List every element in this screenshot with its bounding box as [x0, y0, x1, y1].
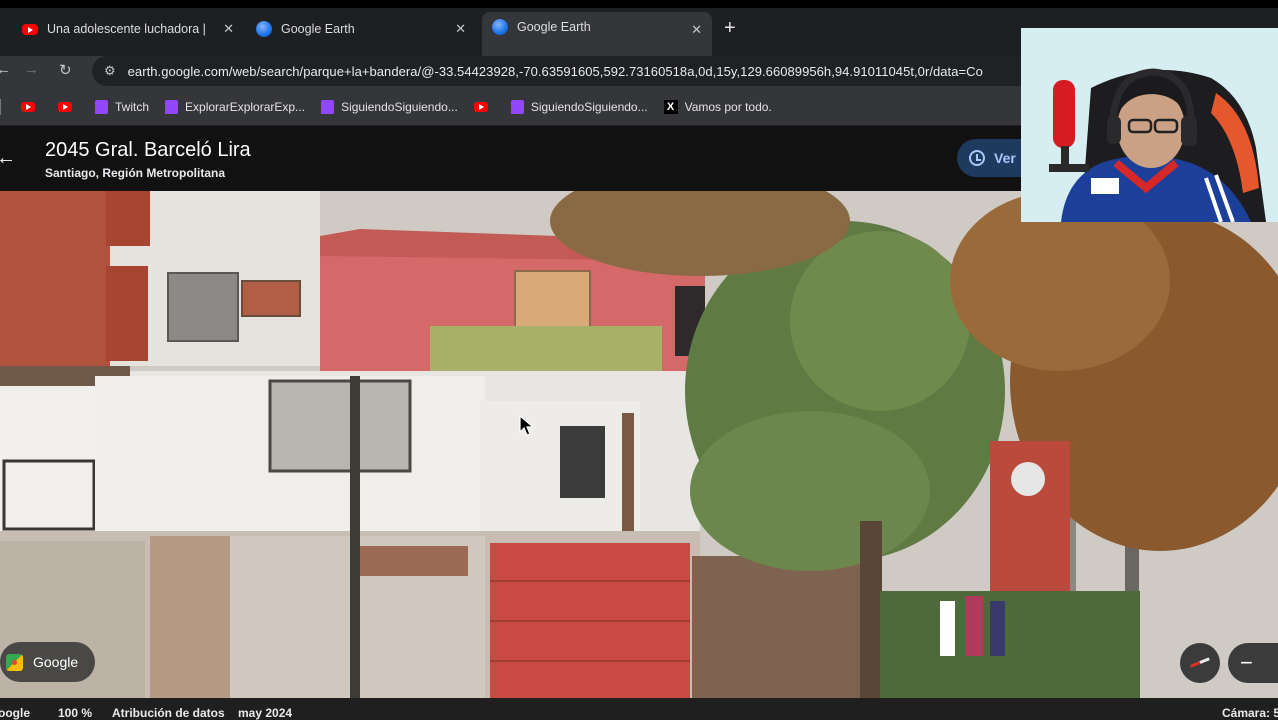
bookmark-label: Twitch	[115, 99, 150, 114]
place-subtitle: Santiago, Región Metropolitana	[45, 166, 226, 180]
earth-status-bar: oogle 100 % Atribución de datos may 2024…	[0, 698, 1278, 720]
streamer-webcam-illustration	[1021, 28, 1278, 222]
compass-icon[interactable]	[1180, 643, 1220, 683]
reload-icon[interactable]: ↻	[59, 61, 72, 79]
street-view-illustration	[0, 191, 1278, 698]
mouse-cursor-icon	[519, 415, 535, 436]
x-icon: X	[663, 99, 678, 114]
youtube-icon	[21, 101, 35, 112]
bookmark-separator	[0, 98, 1, 115]
url-text: earth.google.com/web/search/parque+la+ba…	[127, 63, 983, 79]
zoom-out-button[interactable]: −	[1228, 643, 1278, 683]
forward-icon[interactable]: →	[24, 61, 39, 78]
close-tab-icon[interactable]: ✕	[691, 22, 702, 38]
street-view-image[interactable]	[0, 191, 1278, 698]
camera-altitude: Cámara: 5	[1222, 706, 1278, 720]
address-bar[interactable]: ⚙ earth.google.com/web/search/parque+la+…	[92, 56, 1052, 86]
back-icon[interactable]: ←	[0, 61, 11, 78]
bookmark-twitch[interactable]: Twitch	[95, 99, 150, 114]
youtube-icon	[473, 101, 488, 112]
close-tab-icon[interactable]: ✕	[223, 21, 234, 37]
youtube-icon	[58, 101, 72, 112]
google-maps-button[interactable]: Google	[0, 642, 95, 682]
new-tab-button[interactable]: +	[724, 17, 736, 40]
google-brand: oogle	[0, 706, 30, 720]
imagery-date: may 2024	[238, 706, 293, 720]
history-icon	[969, 150, 985, 166]
close-tab-icon[interactable]: ✕	[455, 21, 466, 37]
bookmark-label: SiguiendoSiguiendo...	[341, 99, 458, 114]
place-title: 2045 Gral. Barceló Lira	[45, 139, 251, 161]
google-maps-label: Google	[33, 654, 79, 670]
youtube-icon	[22, 23, 38, 35]
tab-google-earth-active[interactable]: Google Earth ✕	[482, 12, 712, 56]
twitch-icon	[510, 99, 524, 114]
bookmark-label: Vamos por todo.	[684, 99, 772, 114]
twitch-icon	[165, 99, 179, 114]
tab-title: Google Earth	[281, 22, 355, 36]
tab-title: Google Earth	[517, 20, 591, 34]
data-attribution-link[interactable]: Atribución de datos	[112, 706, 225, 720]
zoom-level[interactable]: 100 %	[58, 706, 92, 720]
tab-youtube[interactable]: Una adolescente luchadora | M ✕	[0, 14, 244, 44]
google-earth-icon	[492, 19, 508, 35]
site-info-icon[interactable]: ⚙	[104, 63, 116, 79]
twitch-icon	[95, 99, 108, 114]
bookmark-siguiendo-2[interactable]: SiguiendoSiguiendo...	[510, 99, 648, 114]
bookmark-label: SiguiendoSiguiendo...	[530, 99, 648, 114]
bookmark-siguiendo-1[interactable]: SiguiendoSiguiendo...	[321, 99, 458, 114]
bookmark-vamos[interactable]: X Vamos por todo.	[663, 99, 772, 114]
tab-google-earth-1[interactable]: Google Earth ✕	[246, 14, 476, 44]
window-top-edge	[0, 0, 1278, 8]
bookmark-explorar[interactable]: ExplorarExplorarExp...	[165, 99, 306, 114]
twitch-icon	[321, 99, 335, 114]
back-arrow-icon[interactable]: ←	[0, 147, 16, 170]
google-maps-icon	[6, 653, 23, 671]
google-earth-icon	[256, 21, 272, 37]
tab-title: Una adolescente luchadora | M	[47, 22, 209, 36]
history-view-label: Ver	[994, 150, 1016, 166]
webcam-overlay	[1021, 28, 1278, 222]
bookmark-youtube-2[interactable]	[58, 101, 79, 112]
bookmark-youtube-1[interactable]	[21, 101, 42, 112]
bookmark-youtube-3[interactable]	[473, 101, 495, 112]
bookmark-label: ExplorarExplorarExp...	[185, 99, 306, 114]
